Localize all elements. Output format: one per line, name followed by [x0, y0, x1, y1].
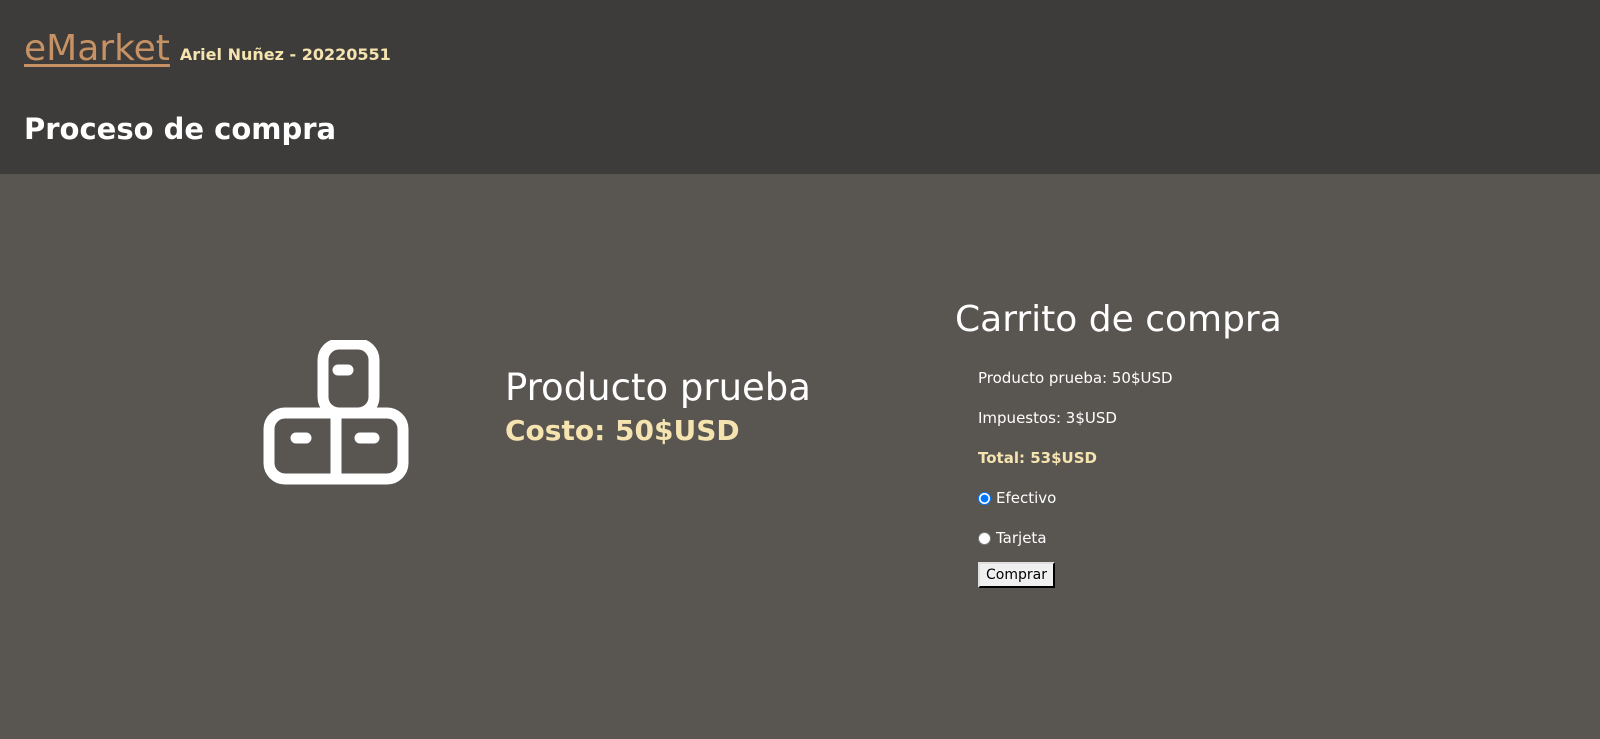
- shopping-cart: Carrito de compra Producto prueba: 50$US…: [955, 296, 1282, 588]
- product-info: Producto prueba Costo: 50$USD: [505, 364, 811, 450]
- efectivo-radio[interactable]: [978, 491, 991, 505]
- brand-row: eMarket Ariel Nuñez - 20220551: [24, 28, 391, 69]
- cart-title: Carrito de compra: [955, 299, 1282, 340]
- packages-icon: [262, 338, 410, 488]
- author-label: Ariel Nuñez - 20220551: [179, 45, 391, 64]
- efectivo-label: Efectivo: [996, 489, 1057, 507]
- cart-total-line: Total: 53$USD: [978, 449, 1097, 467]
- tarjeta-radio[interactable]: [978, 531, 991, 545]
- product-cost: Costo: 50$USD: [505, 414, 740, 447]
- site-header: eMarket Ariel Nuñez - 20220551 Proceso d…: [0, 0, 1600, 174]
- cart-tax-line: Impuestos: 3$USD: [978, 409, 1117, 427]
- cart-item-line: Producto prueba: 50$USD: [978, 369, 1173, 387]
- page-title: Proceso de compra: [24, 112, 337, 146]
- payment-option-efectivo[interactable]: Efectivo: [978, 478, 1282, 518]
- product-name: Producto prueba: [505, 366, 811, 409]
- brand-link[interactable]: eMarket: [24, 28, 170, 69]
- tarjeta-label: Tarjeta: [996, 529, 1047, 547]
- payment-option-tarjeta[interactable]: Tarjeta: [978, 518, 1282, 558]
- cart-body: Producto prueba: 50$USD Impuestos: 3$USD…: [955, 358, 1282, 588]
- buy-button[interactable]: Comprar: [978, 562, 1055, 588]
